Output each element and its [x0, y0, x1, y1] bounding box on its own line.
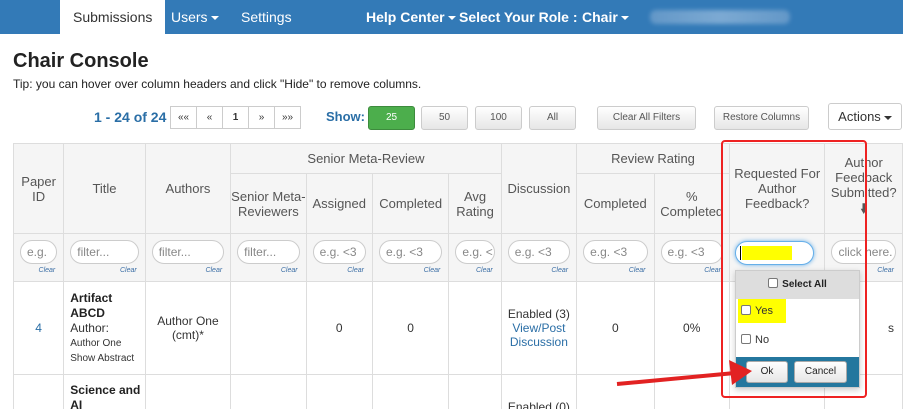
annotation-arrow-icon — [616, 360, 752, 386]
